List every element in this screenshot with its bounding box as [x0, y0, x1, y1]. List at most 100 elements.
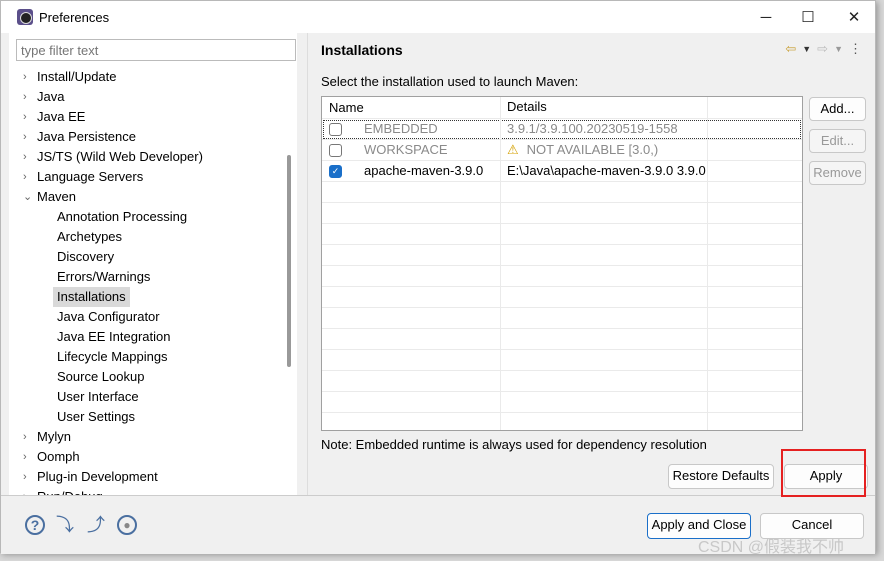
tree-item[interactable]: Java EE Integration: [9, 327, 289, 347]
tree-item[interactable]: User Settings: [9, 407, 289, 427]
tree-item-label: Lifecycle Mappings: [57, 349, 168, 364]
embedded-note: Note: Embedded runtime is always used fo…: [321, 437, 707, 452]
add-button[interactable]: Add...: [809, 97, 866, 121]
tree-item[interactable]: › JS/TS (Wild Web Developer): [9, 147, 289, 167]
installation-checkbox[interactable]: ✓: [329, 165, 342, 178]
filter-input[interactable]: [16, 39, 296, 61]
tree-item[interactable]: Archetypes: [9, 227, 289, 247]
preference-tree: › Install/Update › Java › Java EE › Java Persis…: [9, 67, 289, 507]
table-row[interactable]: WORKSPACE ⚠ NOT AVAILABLE [3.0,): [322, 140, 802, 161]
installation-details: 3.9.1/3.9.100.20230519-1558: [507, 121, 678, 136]
back-dropdown-icon[interactable]: ▼: [802, 41, 811, 57]
table-row[interactable]: ✓ apache-maven-3.9.0 E:\Java\apache-maven-…: [322, 161, 802, 182]
tree-item-label: Plug-in Development: [37, 469, 158, 484]
chevron-right-icon[interactable]: ›: [23, 467, 27, 487]
tree-item-label: Errors/Warnings: [57, 269, 151, 284]
tree-item-label: Mylyn: [37, 429, 71, 444]
tree-item[interactable]: User Interface: [9, 387, 289, 407]
forward-dropdown-icon[interactable]: ▼: [834, 41, 843, 57]
chevron-right-icon[interactable]: ›: [23, 147, 27, 167]
installation-checkbox[interactable]: [329, 144, 342, 157]
highlight-annotation: [781, 449, 866, 497]
tree-item-label: Discovery: [57, 249, 115, 264]
tree-item-label: Java EE: [37, 109, 86, 124]
installation-checkbox[interactable]: [329, 123, 342, 136]
tree-item-label: User Interface: [57, 389, 139, 404]
chevron-right-icon[interactable]: ›: [23, 107, 27, 127]
tree-item[interactable]: › Install/Update: [9, 67, 289, 87]
tree-item[interactable]: › Mylyn: [9, 427, 289, 447]
tree-item-label: User Settings: [57, 409, 136, 424]
tree-item[interactable]: › Plug-in Development: [9, 467, 289, 487]
tree-item[interactable]: › Java Persistence: [9, 127, 289, 147]
tree-item[interactable]: › Java: [9, 87, 289, 107]
chevron-right-icon[interactable]: ›: [23, 87, 27, 107]
tree-item[interactable]: › Java EE: [9, 107, 289, 127]
chevron-right-icon[interactable]: ›: [23, 127, 27, 147]
table-row: [322, 392, 802, 413]
warning-icon: ⚠: [507, 142, 519, 157]
tree-item-label: Maven: [37, 189, 77, 204]
table-header: Name Details: [322, 97, 802, 119]
tree-item[interactable]: ⌄ Maven: [9, 187, 289, 207]
tree-item[interactable]: Source Lookup: [9, 367, 289, 387]
installation-details: E:\Java\apache-maven-3.9.0 3.9.0: [507, 163, 706, 178]
page-description: Select the installation used to launch M…: [321, 74, 579, 89]
table-row: [322, 245, 802, 266]
installation-name: WORKSPACE: [364, 142, 448, 157]
tree-item-label: Archetypes: [57, 229, 123, 244]
preferences-dialog: Preferences ─ ☐ ✕ › Install/Update › Java › J…: [0, 0, 876, 554]
tree-scrollbar[interactable]: [287, 155, 291, 367]
minimize-button[interactable]: ─: [745, 1, 787, 33]
forward-icon[interactable]: ⇨: [817, 41, 828, 57]
tree-item-label: Language Servers: [37, 169, 144, 184]
tree-item-label: Oomph: [37, 449, 80, 464]
tree-item[interactable]: › Oomph: [9, 447, 289, 467]
column-header-name[interactable]: Name: [322, 97, 501, 118]
installations-page: Installations ⇦ ▼ ⇨ ▼ ⋮ Select the insta…: [308, 33, 876, 495]
back-icon[interactable]: ⇦: [785, 41, 796, 57]
tree-item-label: Java Configurator: [57, 309, 160, 324]
import-icon[interactable]: ⤵: [55, 515, 75, 535]
help-icon[interactable]: ?: [25, 515, 45, 535]
eclipse-icon: [17, 9, 33, 25]
table-row[interactable]: EMBEDDED 3.9.1/3.9.100.20230519-1558: [322, 119, 802, 140]
export-icon[interactable]: ⤴: [86, 515, 106, 535]
title-bar: Preferences ─ ☐ ✕: [1, 1, 875, 33]
maximize-button[interactable]: ☐: [787, 1, 829, 33]
tree-item-label: Install/Update: [37, 69, 117, 84]
preference-tree-panel: › Install/Update › Java › Java EE › Java Persis…: [9, 33, 297, 504]
chevron-right-icon[interactable]: ›: [23, 167, 27, 187]
tree-item[interactable]: › Language Servers: [9, 167, 289, 187]
record-icon[interactable]: ●: [117, 515, 137, 535]
tree-item[interactable]: Java Configurator: [9, 307, 289, 327]
more-menu-icon[interactable]: ⋮: [849, 41, 862, 57]
tree-item[interactable]: Errors/Warnings: [9, 267, 289, 287]
close-button[interactable]: ✕: [833, 1, 875, 33]
table-row: [322, 287, 802, 308]
tree-item-label: Java Persistence: [37, 129, 136, 144]
table-row: [322, 308, 802, 329]
tree-item[interactable]: Installations: [9, 287, 289, 307]
restore-defaults-button[interactable]: Restore Defaults: [668, 464, 774, 489]
installations-table: Name Details EMBEDDED 3.9.1/3.9.100.20230…: [321, 96, 803, 431]
column-header-details[interactable]: Details: [501, 97, 708, 118]
chevron-right-icon[interactable]: ›: [23, 447, 27, 467]
tree-item-label: Source Lookup: [57, 369, 145, 384]
chevron-right-icon[interactable]: ›: [23, 67, 27, 87]
chevron-down-icon[interactable]: ⌄: [23, 187, 32, 207]
table-row: [322, 329, 802, 350]
history-nav: ⇦ ▼ ⇨ ▼ ⋮: [785, 41, 862, 57]
tree-item[interactable]: Lifecycle Mappings: [9, 347, 289, 367]
table-row: [322, 371, 802, 392]
table-row: [322, 266, 802, 287]
edit-button[interactable]: Edit...: [809, 129, 866, 153]
tree-item[interactable]: Discovery: [9, 247, 289, 267]
page-title: Installations: [321, 42, 403, 58]
table-row: [322, 182, 802, 203]
table-row: [322, 224, 802, 245]
remove-button[interactable]: Remove: [809, 161, 866, 185]
installation-name: EMBEDDED: [364, 121, 438, 136]
tree-item[interactable]: Annotation Processing: [9, 207, 289, 227]
chevron-right-icon[interactable]: ›: [23, 427, 27, 447]
